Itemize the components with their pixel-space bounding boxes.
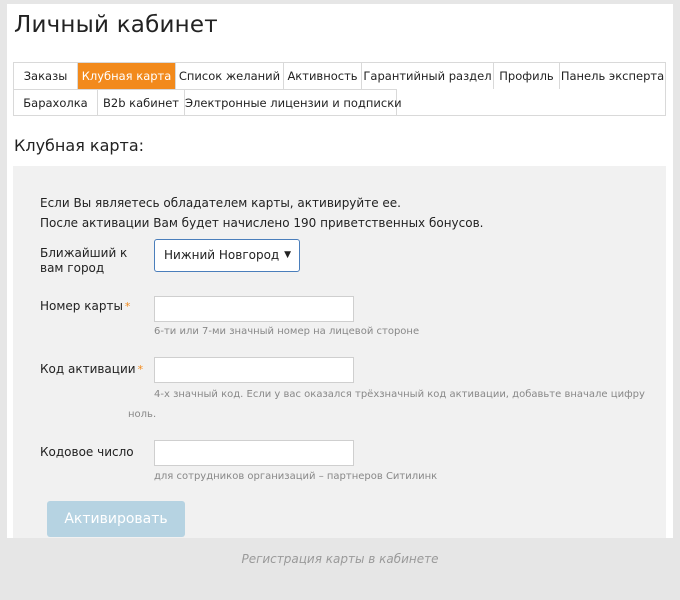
tab-orders[interactable]: Заказы: [14, 63, 78, 89]
activation-code-input[interactable]: [154, 357, 354, 383]
city-select-value: Нижний Новгород: [164, 248, 280, 262]
card-number-label-text: Номер карты: [40, 299, 123, 313]
tab-b2b-cabinet[interactable]: B2b кабинет: [98, 89, 185, 115]
card-number-input[interactable]: [154, 296, 354, 322]
activate-button[interactable]: Активировать: [47, 501, 185, 537]
club-card-form: Если Вы являетесь обладателем карты, акт…: [13, 166, 666, 538]
city-select[interactable]: Нижний Новгород ▼: [154, 239, 300, 272]
required-asterisk-icon: *: [124, 300, 131, 313]
required-asterisk-icon: *: [137, 363, 144, 376]
activation-code-hint-1: 4-х значный код. Если у вас оказался трё…: [154, 389, 645, 400]
tab-profile[interactable]: Профиль: [494, 63, 560, 89]
account-tabs: Заказы Клубная карта Список желаний Акти…: [13, 62, 666, 116]
code-number-label: Кодовое число: [40, 445, 134, 459]
content-panel: Личный кабинет Заказы Клубная карта Спис…: [7, 4, 673, 538]
image-caption: Регистрация карты в кабинете: [241, 552, 439, 566]
intro-text-2: После активации Вам будет начислено 190 …: [40, 216, 484, 230]
city-label: Ближайший к вам город: [40, 246, 127, 276]
card-number-label: Номер карты *: [40, 299, 130, 314]
activation-code-hint-2: ноль.: [128, 409, 157, 420]
code-number-input[interactable]: [154, 440, 354, 466]
city-label-line-1: Ближайший к: [40, 246, 128, 260]
tab-activity[interactable]: Активность: [284, 63, 362, 89]
code-number-hint: для сотрудников организаций – партнеров …: [154, 471, 438, 482]
tab-warranty[interactable]: Гарантийный раздел: [362, 63, 494, 89]
tab-wishlist[interactable]: Список желаний: [176, 63, 284, 89]
tab-flea-market[interactable]: Барахолка: [14, 89, 98, 115]
tab-club-card[interactable]: Клубная карта: [78, 63, 176, 89]
tab-expert-panel[interactable]: Панель эксперта: [560, 63, 665, 89]
city-label-line-2: вам город: [40, 261, 105, 275]
page-title: Личный кабинет: [14, 12, 218, 38]
dropdown-arrow-icon: ▼: [284, 250, 291, 260]
section-title: Клубная карта:: [14, 136, 145, 155]
activation-code-label-text: Код активации: [40, 362, 136, 376]
card-number-hint: 6-ти или 7-ми значный номер на лицевой с…: [154, 326, 420, 337]
intro-text-1: Если Вы являетесь обладателем карты, акт…: [40, 196, 401, 210]
activation-code-label: Код активации *: [40, 362, 143, 377]
tab-e-licenses[interactable]: Электронные лицензии и подписки: [185, 89, 402, 115]
